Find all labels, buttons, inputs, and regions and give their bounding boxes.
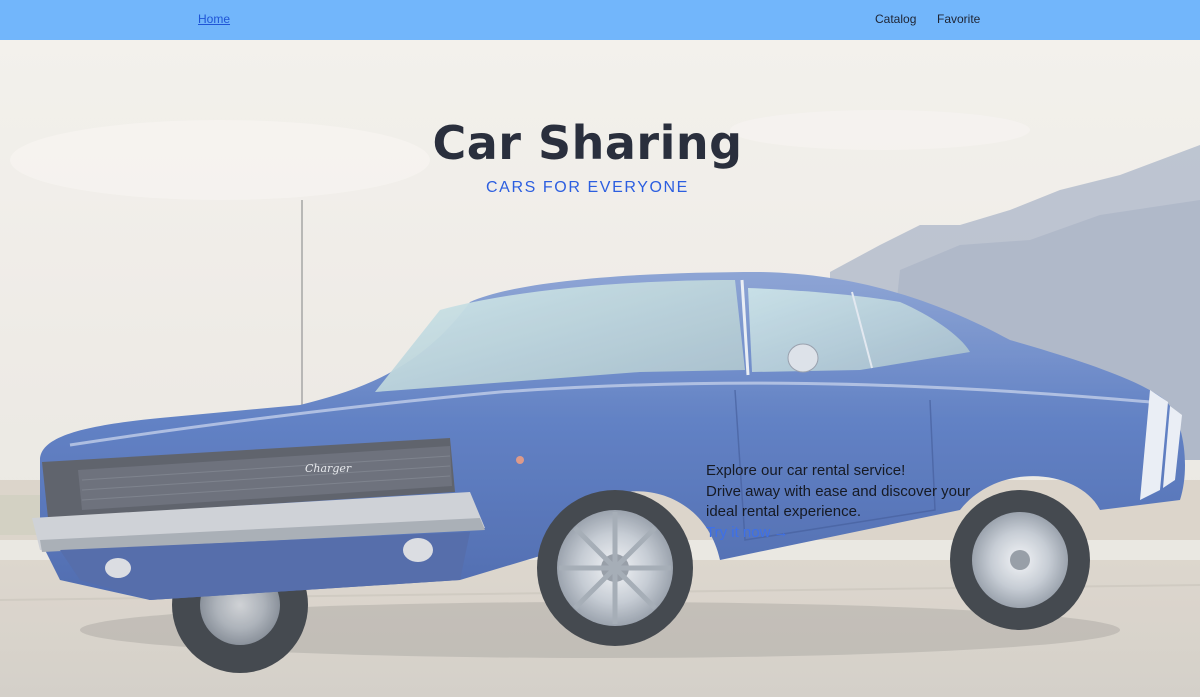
nav-link-home[interactable]: Home bbox=[198, 12, 230, 26]
page-subtitle: CARS FOR EVERYONE bbox=[486, 179, 689, 196]
page-title: Car Sharing bbox=[432, 116, 743, 170]
try-it-now-label: Try it now bbox=[706, 523, 771, 541]
nav-link-favorite[interactable]: Favorite bbox=[937, 12, 980, 26]
svg-text:Charger: Charger bbox=[305, 462, 352, 475]
promo-block: Explore our car rental service! Drive aw… bbox=[706, 461, 1006, 543]
arrow-right-icon: → bbox=[773, 523, 789, 541]
top-nav: Home Catalog Favorite bbox=[0, 0, 1200, 40]
promo-line-2: Drive away with ease and discover your bbox=[706, 482, 971, 500]
hero-section: Charger Car Sharing CARS FOR EVERYONE Ex… bbox=[0, 40, 1200, 697]
try-it-now-link[interactable]: Try it now → bbox=[706, 523, 788, 544]
promo-line-1: Explore our car rental service! bbox=[706, 462, 906, 479]
promo-line-3: ideal rental experience. bbox=[706, 503, 862, 520]
nav-link-catalog[interactable]: Catalog bbox=[875, 12, 916, 26]
